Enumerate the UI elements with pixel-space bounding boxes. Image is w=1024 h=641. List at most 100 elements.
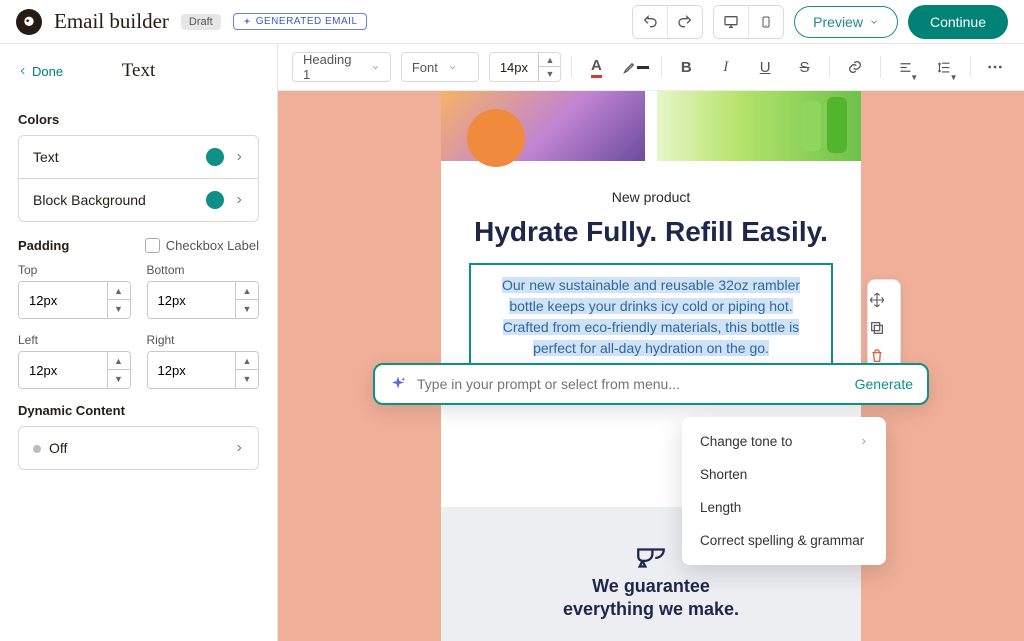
chevron-down-icon [371, 63, 380, 72]
colors-section-label: Colors [18, 112, 259, 127]
stepper-up[interactable]: ▲ [108, 282, 130, 300]
stepper-down[interactable]: ▼ [539, 67, 561, 81]
pad-top-label: Top [18, 263, 131, 277]
pad-top-field[interactable] [19, 282, 107, 318]
stepper-up[interactable]: ▲ [108, 352, 130, 370]
italic-button[interactable]: I [711, 52, 740, 82]
status-dot-icon [33, 445, 41, 453]
continue-button[interactable]: Continue [908, 5, 1008, 39]
email-canvas[interactable]: New product Hydrate Fully. Refill Easily… [278, 91, 1024, 641]
redo-button[interactable] [668, 6, 702, 38]
chevron-right-icon [234, 152, 244, 162]
color-row-bg-label: Block Background [33, 192, 146, 208]
sugg-label: Change tone to [700, 434, 792, 449]
properties-sidebar: Done Text Colors Text Block Background [0, 44, 278, 641]
checkbox-icon [145, 238, 160, 253]
more-button[interactable] [981, 52, 1010, 82]
highlight-color-button[interactable] [621, 52, 650, 82]
color-swatch [206, 191, 224, 209]
align-button[interactable]: ▼ [891, 52, 920, 82]
color-row-text-label: Text [33, 149, 59, 165]
text-color-button[interactable]: A [582, 52, 611, 82]
chevron-right-icon [234, 195, 244, 205]
color-row-text[interactable]: Text [19, 136, 258, 179]
undo-button[interactable] [633, 6, 667, 38]
stepper-down[interactable]: ▼ [236, 300, 258, 318]
pad-bottom-input[interactable]: ▲▼ [147, 281, 260, 319]
top-bar: Email builder Draft GENERATED EMAIL Prev… [0, 0, 1024, 44]
feature-title-line: everything we make. [563, 599, 739, 619]
chevron-left-icon [18, 66, 28, 76]
pad-right-label: Right [147, 333, 260, 347]
bold-button[interactable]: B [672, 52, 701, 82]
sugg-correct-spelling[interactable]: Correct spelling & grammar [682, 524, 886, 557]
strike-button[interactable]: S [790, 52, 819, 82]
move-block-button[interactable] [869, 286, 899, 314]
mobile-preview-button[interactable] [749, 6, 783, 38]
hero-image-right [657, 91, 861, 161]
pad-bottom-field[interactable] [148, 282, 236, 318]
generated-email-chip: GENERATED EMAIL [233, 13, 367, 30]
pad-bottom-label: Bottom [147, 263, 260, 277]
hero-images [441, 91, 861, 161]
font-value: Font [412, 60, 438, 75]
stepper-up[interactable]: ▲ [539, 53, 561, 67]
stepper-up[interactable]: ▲ [236, 282, 258, 300]
pad-left-input[interactable]: ▲▼ [18, 351, 131, 389]
body-text: Our new sustainable and reusable 32oz ra… [502, 277, 800, 356]
lineheight-button[interactable]: ▼ [930, 52, 959, 82]
stepper-up[interactable]: ▲ [236, 352, 258, 370]
pad-right-field[interactable] [148, 352, 236, 388]
sugg-label: Shorten [700, 467, 747, 482]
feature-title-line: We guarantee [592, 576, 710, 596]
sugg-label: Length [700, 500, 741, 515]
chevron-right-icon [234, 443, 244, 453]
logo-icon [16, 9, 42, 35]
chevron-down-icon [869, 17, 879, 27]
preview-button[interactable]: Preview [794, 6, 898, 38]
status-chip-draft: Draft [181, 14, 221, 30]
stepper-down[interactable]: ▼ [236, 370, 258, 388]
sparkle-icon [242, 17, 252, 27]
sugg-length[interactable]: Length [682, 491, 886, 524]
pad-right-input[interactable]: ▲▼ [147, 351, 260, 389]
headline-text: Hydrate Fully. Refill Easily. [469, 215, 833, 249]
desktop-preview-button[interactable] [714, 6, 748, 38]
dynamic-content-row[interactable]: Off [18, 426, 259, 470]
app-title: Email builder [54, 9, 169, 34]
dynamic-section-label: Dynamic Content [18, 403, 259, 418]
sugg-shorten[interactable]: Shorten [682, 458, 886, 491]
pad-top-input[interactable]: ▲▼ [18, 281, 131, 319]
heading-value: Heading 1 [303, 52, 361, 82]
chevron-down-icon [448, 63, 457, 72]
anvil-icon [634, 541, 668, 575]
kicker-text: New product [469, 189, 833, 205]
font-select[interactable]: Font [401, 52, 479, 82]
sugg-change-tone[interactable]: Change tone to [682, 425, 886, 458]
generated-email-label: GENERATED EMAIL [256, 16, 358, 27]
dynamic-value: Off [49, 440, 67, 456]
sidebar-back-button[interactable]: Done [18, 64, 63, 79]
pad-left-field[interactable] [19, 352, 107, 388]
underline-button[interactable]: U [750, 52, 779, 82]
stepper-down[interactable]: ▼ [108, 370, 130, 388]
ai-suggestions-menu: Change tone to Shorten Length Correct sp… [682, 417, 886, 565]
color-row-block-bg[interactable]: Block Background [19, 179, 258, 221]
selected-text-block[interactable]: Our new sustainable and reusable 32oz ra… [469, 263, 833, 371]
topbar-actions: Preview Continue [632, 5, 1008, 39]
padding-section-label: Padding [18, 238, 69, 253]
hero-image-left [441, 91, 645, 161]
sugg-label: Correct spelling & grammar [700, 533, 864, 548]
heading-select[interactable]: Heading 1 [292, 52, 391, 82]
sidebar-back-label: Done [32, 64, 63, 79]
ai-generate-button[interactable]: Generate [855, 376, 913, 392]
duplicate-block-button[interactable] [869, 314, 899, 342]
fontsize-value: 14px [490, 53, 538, 81]
padding-link-checkbox[interactable]: Checkbox Label [145, 238, 259, 253]
stepper-down[interactable]: ▼ [108, 300, 130, 318]
preview-label: Preview [813, 14, 863, 30]
ai-prompt-bar: Generate [373, 363, 929, 405]
fontsize-input[interactable]: 14px ▲▼ [489, 52, 561, 82]
ai-prompt-input[interactable] [417, 376, 845, 392]
link-button[interactable] [840, 52, 869, 82]
